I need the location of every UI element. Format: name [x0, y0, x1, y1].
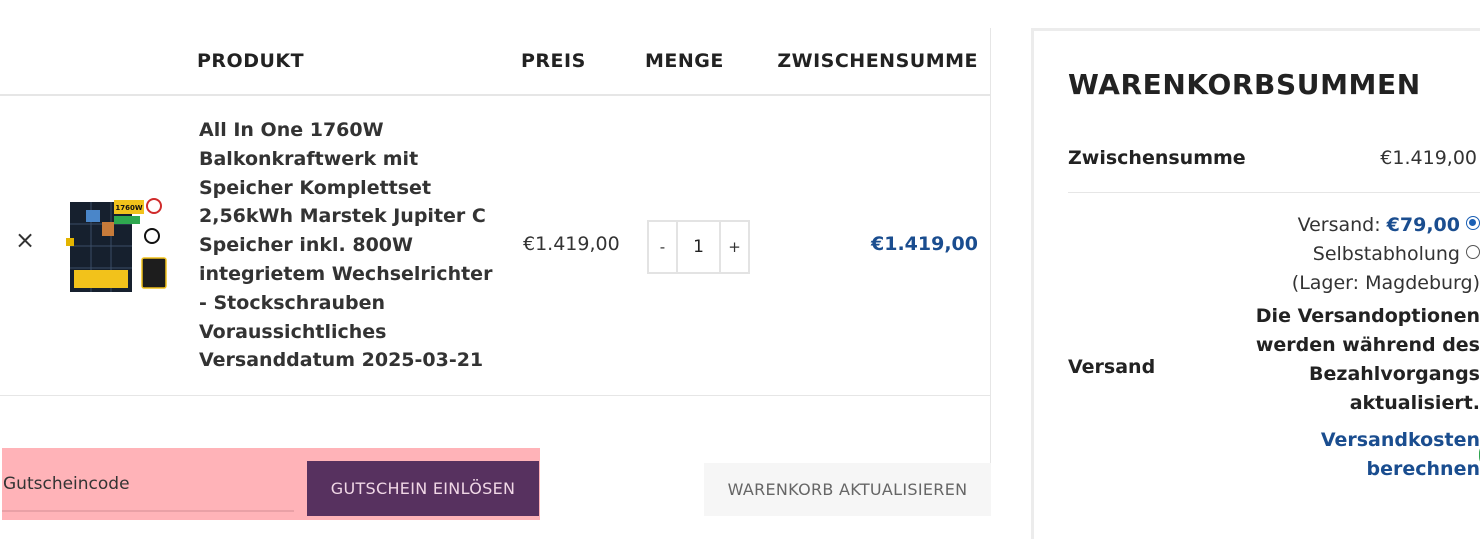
shipping-option-pickup-label: Selbstabholung	[1312, 243, 1460, 265]
totals-shipping-label: Versand	[1068, 356, 1156, 378]
header-quantity: MENGE	[645, 50, 724, 72]
header-product: PRODUKT	[197, 50, 305, 72]
shipping-option-delivery[interactable]: Versand: €79,00	[1240, 211, 1480, 240]
item-subtotal: €1.419,00	[871, 233, 978, 255]
shipping-option-pickup[interactable]: Selbstabholung	[1240, 240, 1480, 269]
shipping-calculator-link[interactable]: Versandkosten berechnen	[1240, 426, 1480, 484]
cart-actions: GUTSCHEIN EINLÖSEN WARENKORB AKTUALISIER…	[0, 423, 991, 528]
quantity-stepper: - +	[647, 220, 750, 274]
totals-subtotal-row: Zwischensumme €1.419,00	[1068, 131, 1480, 193]
shipping-option-price: €79,00	[1386, 214, 1460, 236]
totals-subtotal-value: €1.419,00	[1380, 147, 1477, 169]
shipping-option-delivery-label: Versand:	[1297, 214, 1387, 236]
quantity-plus-button[interactable]: +	[719, 222, 748, 272]
header-subtotal: ZWISCHENSUMME	[777, 50, 978, 72]
shipping-pickup-radio[interactable]	[1466, 245, 1480, 259]
cart-item-row: × 1760W All In One 1760W Balkonkraftwerk…	[0, 96, 991, 396]
remove-item-button[interactable]: ×	[14, 228, 36, 252]
pickup-location: (Lager: Magdeburg)	[1291, 272, 1480, 294]
svg-text:1760W: 1760W	[115, 204, 142, 212]
cart-table: PRODUKT PREIS MENGE ZWISCHENSUMME × 1760…	[0, 28, 991, 520]
cart-totals-panel: WARENKORBSUMMEN Zwischensumme €1.419,00 …	[1031, 28, 1480, 539]
quantity-input[interactable]	[678, 222, 719, 272]
coupon-code-input[interactable]	[2, 458, 294, 512]
update-cart-button[interactable]: WARENKORB AKTUALISIEREN	[704, 463, 991, 516]
totals-subtotal-label: Zwischensumme	[1068, 147, 1246, 169]
header-price: PREIS	[521, 50, 586, 72]
cart-totals-title: WARENKORBSUMMEN	[1068, 68, 1421, 101]
quantity-minus-button[interactable]: -	[649, 222, 678, 272]
coupon-highlight: GUTSCHEIN EINLÖSEN	[2, 448, 540, 520]
shipping-delivery-radio[interactable]	[1466, 216, 1480, 230]
shipping-note: Die Versandoptionen werden während des B…	[1255, 305, 1480, 414]
shipping-options: Versand: €79,00 Selbstabholung (Lager: M…	[1240, 211, 1480, 484]
product-image[interactable]: 1760W	[64, 192, 172, 300]
apply-coupon-button[interactable]: GUTSCHEIN EINLÖSEN	[307, 461, 539, 516]
product-name-link[interactable]: All In One 1760W Balkonkraftwerk mit Spe…	[199, 116, 499, 375]
cart-table-header: PRODUKT PREIS MENGE ZWISCHENSUMME	[0, 28, 991, 96]
product-price: €1.419,00	[523, 233, 620, 255]
